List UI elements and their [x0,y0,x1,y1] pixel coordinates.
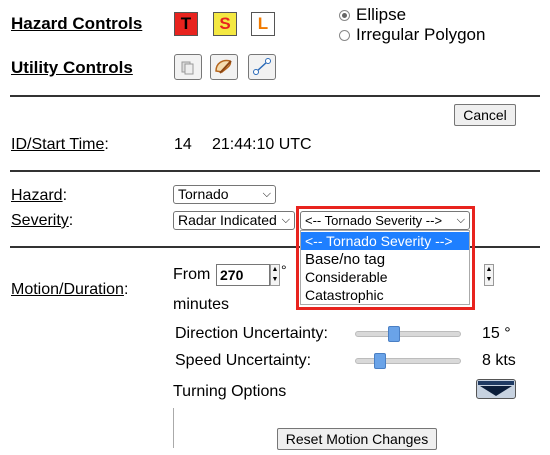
severity-select[interactable]: Radar Indicated ⌵ [173,211,295,230]
turning-options-label: Turning Options [173,383,287,400]
hazard-select[interactable]: Tornado ⌵ [173,185,276,204]
line-segment-icon [253,58,271,75]
divider [10,170,540,172]
direction-uncertainty-label: Direction Uncertainty: [175,325,328,342]
chevron-down-icon: ⌵ [456,214,465,226]
option-catastrophic[interactable]: Catastrophic [301,287,469,304]
chevron-down-icon: ⌵ [262,188,271,200]
tornado-hazard-button[interactable]: T [174,12,198,36]
cancel-button[interactable]: Cancel [454,104,516,126]
speed-uncertainty-label: Speed Uncertainty: [175,352,312,369]
id-start-time-row: ID/Start Time: [11,136,109,153]
storm-id: 14 [174,136,192,153]
tornado-severity-select[interactable]: <-- Tornado Severity --> ⌵ [300,211,470,230]
duration-spinner[interactable]: ▲ ▼ [484,264,494,286]
copy-icon [181,61,194,75]
divider [173,408,174,448]
hazard-select-value: Tornado [178,186,229,202]
divider [10,95,540,97]
utility-controls-label: Utility Controls [11,58,133,77]
chevron-down-icon: ⌵ [281,214,290,226]
option-tornado-severity[interactable]: <-- Tornado Severity --> [301,232,469,250]
ellipse-label: Ellipse [356,5,407,24]
hazard-label: Hazard [11,187,63,204]
option-considerable[interactable]: Considerable [301,269,469,286]
start-time: 21:44:10 UTC [212,136,312,153]
speed-uncertainty-value: 8 kts [482,352,516,369]
hazard-row: Hazard: [11,187,68,204]
motion-duration-row: Motion/Duration: [11,281,129,298]
chevron-down-icon [478,381,514,396]
turning-options-toggle[interactable] [476,379,516,399]
severe-hazard-button[interactable]: S [213,12,237,36]
direction-uncertainty-thumb[interactable] [387,326,400,342]
reset-motion-changes-button[interactable]: Reset Motion Changes [277,428,437,450]
lightning-hazard-button[interactable]: L [251,12,275,36]
irregular-polygon-label: Irregular Polygon [356,25,486,44]
irregular-polygon-radio[interactable] [339,30,350,41]
direction-uncertainty-value: 15 ° [482,325,511,342]
draw-polygon-button[interactable] [210,54,238,80]
tornado-severity-select-value: <-- Tornado Severity --> [305,213,443,228]
speed-uncertainty-slider[interactable] [355,358,461,364]
draw-line-button[interactable] [248,54,276,80]
minutes-label: minutes [173,296,230,313]
from-label: From [173,266,211,283]
id-start-time-label: ID/Start Time [11,136,105,153]
degree-symbol: ° [281,262,287,278]
severity-select-value: Radar Indicated [178,212,277,228]
pencil-polygon-icon [215,59,232,74]
severity-row: Severity: [11,212,74,229]
direction-uncertainty-slider[interactable] [355,331,461,337]
copy-button[interactable] [174,54,202,80]
ellipse-radio[interactable] [339,10,350,21]
motion-duration-label: Motion/Duration [11,281,124,298]
speed-uncertainty-thumb[interactable] [373,353,386,369]
hazard-controls-label: Hazard Controls [11,14,143,33]
from-direction-input[interactable]: 270 [216,264,270,286]
option-base-no-tag[interactable]: Base/no tag [301,251,469,269]
tornado-severity-dropdown: <-- Tornado Severity --> Base/no tag Con… [300,230,470,305]
from-direction-spinner[interactable]: ▲ ▼ [270,264,280,286]
severity-label: Severity [11,212,69,229]
